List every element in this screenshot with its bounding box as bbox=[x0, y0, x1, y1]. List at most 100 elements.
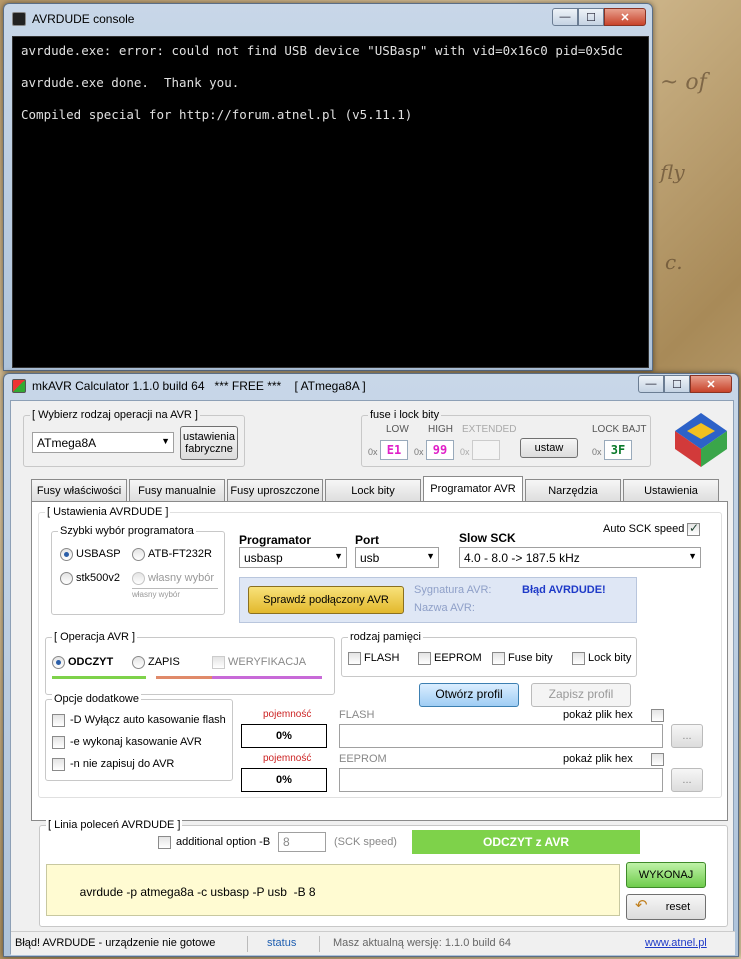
tab-fuse-manual[interactable]: Fusy manualnie bbox=[129, 479, 225, 501]
radio-stk500v2[interactable] bbox=[60, 572, 73, 585]
command-line-group: [ Linia poleceń AVRDUDE ] additional opt… bbox=[39, 819, 728, 927]
eeprom-capacity-value: 0% bbox=[241, 768, 327, 792]
radio-usbasp[interactable] bbox=[60, 548, 73, 561]
minimize-icon[interactable]: — bbox=[552, 8, 578, 26]
operation-group: [ Operacja AVR ] ODCZYT ZAPIS WERYFIKACJ… bbox=[45, 631, 335, 695]
op-read-label: ODCZYT bbox=[68, 656, 114, 668]
close-icon[interactable]: ✕ bbox=[604, 8, 646, 26]
mem-flash-checkbox[interactable] bbox=[348, 652, 361, 665]
tab-bar: Fusy właściwości Fusy manualnie Fusy upr… bbox=[31, 476, 721, 501]
factory-settings-button[interactable]: ustawienia fabryczne bbox=[180, 426, 238, 460]
factory-settings-label: fabryczne bbox=[185, 443, 233, 455]
fuse-high-field[interactable]: 99 bbox=[426, 440, 454, 460]
mcu-group: [ Wybierz rodzaj operacji na AVR ] ATmeg… bbox=[23, 409, 245, 467]
op-verify-label: WERYFIKACJA bbox=[228, 656, 307, 668]
main-title: mkAVR Calculator 1.1.0 build 64 *** FREE… bbox=[32, 379, 366, 393]
background-handwriting: fly bbox=[660, 160, 685, 184]
avrdude-settings-label: [ Ustawienia AVRDUDE ] bbox=[45, 506, 171, 518]
mem-lock-checkbox[interactable] bbox=[572, 652, 585, 665]
radio-own-choice[interactable] bbox=[132, 572, 145, 585]
radio-write[interactable] bbox=[132, 656, 145, 669]
execute-button[interactable]: WYKONAJ bbox=[626, 862, 706, 888]
b-option-input[interactable]: 8 bbox=[278, 832, 326, 852]
maximize-icon[interactable]: ☐ bbox=[664, 375, 690, 393]
background-handwriting: c. bbox=[665, 250, 683, 274]
mem-fuse-checkbox[interactable] bbox=[492, 652, 505, 665]
tab-label: Narzędzia bbox=[548, 484, 598, 497]
lock-byte-field[interactable]: 3F bbox=[604, 440, 632, 460]
port-select[interactable]: usb ▼ bbox=[355, 547, 439, 568]
tab-avr-programmer[interactable]: Programator AVR bbox=[423, 476, 523, 501]
reset-button[interactable]: ↶ reset bbox=[626, 894, 706, 920]
mcu-select[interactable]: ATmega8A ▼ bbox=[32, 432, 174, 453]
divider bbox=[132, 588, 218, 589]
fuse-low-value: E1 bbox=[386, 443, 402, 457]
fuse-high-label: HIGH bbox=[428, 424, 453, 435]
opt-n-checkbox[interactable] bbox=[52, 758, 65, 771]
check-avr-button[interactable]: Sprawdź podłączony AVR bbox=[248, 586, 404, 614]
programmer-select[interactable]: usbasp ▼ bbox=[239, 547, 347, 568]
additional-option-checkbox[interactable] bbox=[158, 836, 171, 849]
close-icon[interactable]: ✕ bbox=[690, 375, 732, 393]
eeprom-path-label: EEPROM bbox=[339, 753, 387, 765]
minimize-icon[interactable]: — bbox=[638, 375, 664, 393]
radio-read[interactable] bbox=[52, 656, 65, 669]
extra-options-group: Opcje dodatkowe -D Wyłącz auto kasowanie… bbox=[45, 693, 233, 781]
eeprom-browse-button[interactable]: ... bbox=[671, 768, 703, 792]
flash-hex-checkbox[interactable] bbox=[651, 709, 664, 722]
browse-label: ... bbox=[682, 729, 692, 742]
mem-eeprom-checkbox[interactable] bbox=[418, 652, 431, 665]
radio-atb-ft232r[interactable] bbox=[132, 548, 145, 561]
console-title: AVRDUDE console bbox=[32, 12, 135, 26]
website-link[interactable]: www.atnel.pl bbox=[645, 937, 707, 949]
command-textbox[interactable]: avrdude -p atmega8a -c usbasp -P usb -B … bbox=[46, 864, 620, 916]
console-line: avrdude.exe: error: could not find USB d… bbox=[21, 43, 624, 58]
tab-fuse-properties[interactable]: Fusy właściwości bbox=[31, 479, 127, 501]
flash-file-input[interactable] bbox=[339, 724, 663, 748]
op-write-label: ZAPIS bbox=[148, 656, 180, 668]
eeprom-hex-checkbox[interactable] bbox=[651, 753, 664, 766]
fuse-low-field[interactable]: E1 bbox=[380, 440, 408, 460]
maximize-icon[interactable]: ☐ bbox=[578, 8, 604, 26]
set-fuses-label: ustaw bbox=[534, 441, 564, 454]
tab-tools[interactable]: Narzędzia bbox=[525, 479, 621, 501]
tab-label: Fusy manualnie bbox=[138, 484, 216, 497]
console-titlebar[interactable]: AVRDUDE console — ☐ ✕ bbox=[4, 4, 652, 34]
save-profile-button[interactable]: Zapisz profil bbox=[531, 683, 631, 707]
flash-capacity-value: 0% bbox=[241, 724, 327, 748]
check-avr-label: Sprawdź podłączony AVR bbox=[263, 593, 389, 606]
tab-fuse-simplified[interactable]: Fusy uproszczone bbox=[227, 479, 323, 501]
opt-d-checkbox[interactable] bbox=[52, 714, 65, 727]
opt-d-label: -D Wyłącz auto kasowanie flash bbox=[70, 714, 226, 726]
auto-sck-checkbox[interactable] bbox=[687, 521, 700, 536]
eeprom-capacity-pct: 0% bbox=[276, 774, 292, 786]
quick-programmer-group: Szybki wybór programatora USBASP ATB-FT2… bbox=[51, 525, 225, 615]
fuse-ext-label: EXTENDED bbox=[462, 424, 517, 435]
fuse-low-label: LOW bbox=[386, 424, 409, 435]
tab-settings[interactable]: Ustawienia bbox=[623, 479, 719, 501]
radio-stk-label: stk500v2 bbox=[76, 572, 121, 584]
command-text: avrdude -p atmega8a -c usbasp -P usb -B … bbox=[79, 885, 316, 899]
tab-lock-bits[interactable]: Lock bity bbox=[325, 479, 421, 501]
verify-checkbox[interactable] bbox=[212, 656, 225, 669]
mem-fuse-label: Fuse bity bbox=[508, 652, 553, 664]
fuse-high-value: 99 bbox=[432, 443, 448, 457]
memory-type-group: rodzaj pamięci FLASH EEPROM Fuse bity Lo… bbox=[341, 631, 637, 677]
flash-browse-button[interactable]: ... bbox=[671, 724, 703, 748]
console-output[interactable]: avrdude.exe: error: could not find USB d… bbox=[12, 36, 649, 368]
main-titlebar[interactable]: mkAVR Calculator 1.1.0 build 64 *** FREE… bbox=[4, 374, 738, 398]
lock-byte-label: LOCK BAJT bbox=[592, 424, 647, 435]
eeprom-file-input[interactable] bbox=[339, 768, 663, 792]
version-message: Masz aktualną wersję: 1.1.0 build 64 bbox=[333, 937, 511, 949]
divider bbox=[319, 936, 320, 952]
memory-type-label: rodzaj pamięci bbox=[348, 631, 423, 643]
status-link[interactable]: status bbox=[267, 937, 296, 949]
opt-e-checkbox[interactable] bbox=[52, 736, 65, 749]
fuse-low-prefix: 0x bbox=[368, 447, 378, 457]
tab-label: Fusy uproszczone bbox=[230, 484, 320, 497]
open-profile-button[interactable]: Otwórz profil bbox=[419, 683, 519, 707]
set-fuses-button[interactable]: ustaw bbox=[520, 438, 578, 458]
slow-sck-select[interactable]: 4.0 - 8.0 -> 187.5 kHz ▼ bbox=[459, 547, 701, 568]
signature-panel: Sprawdź podłączony AVR Sygnatura AVR: Bł… bbox=[239, 577, 637, 623]
mode-banner-text: ODCZYT z AVR bbox=[483, 835, 569, 849]
